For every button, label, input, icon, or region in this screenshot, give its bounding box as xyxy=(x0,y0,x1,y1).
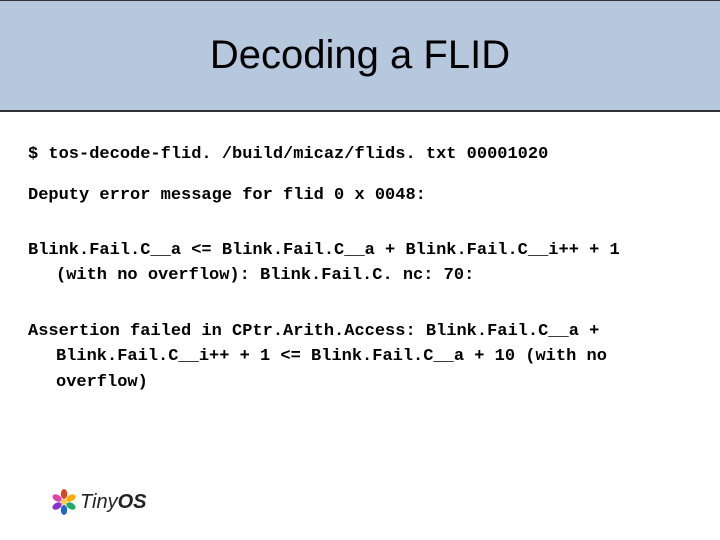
flower-icon xyxy=(50,488,78,516)
logo-tiny: Tiny xyxy=(80,491,118,513)
message-line: Deputy error message for flid 0 x 0048: xyxy=(28,185,692,208)
code-line: (with no overflow): Blink.Fail.C. nc: 70… xyxy=(28,263,692,289)
code-block-2: Assertion failed in CPtr.Arith.Access: B… xyxy=(28,319,692,396)
code-line: Blink.Fail.C__i++ + 1 <= Blink.Fail.C__a… xyxy=(28,344,692,370)
logo-os: OS xyxy=(118,491,147,513)
code-line: overflow) xyxy=(28,370,692,396)
logo-text: TinyOS xyxy=(80,491,147,514)
tinyos-logo: TinyOS xyxy=(50,488,147,516)
command-line: $ tos-decode-flid. /build/micaz/flids. t… xyxy=(28,144,692,167)
code-line: Assertion failed in CPtr.Arith.Access: B… xyxy=(28,322,599,341)
slide-title: Decoding a FLID xyxy=(210,33,510,78)
code-line: Blink.Fail.C__a <= Blink.Fail.C__a + Bli… xyxy=(28,241,620,260)
slide-content: $ tos-decode-flid. /build/micaz/flids. t… xyxy=(0,112,720,395)
title-band: Decoding a FLID xyxy=(0,0,720,112)
code-block-1: Blink.Fail.C__a <= Blink.Fail.C__a + Bli… xyxy=(28,238,692,289)
